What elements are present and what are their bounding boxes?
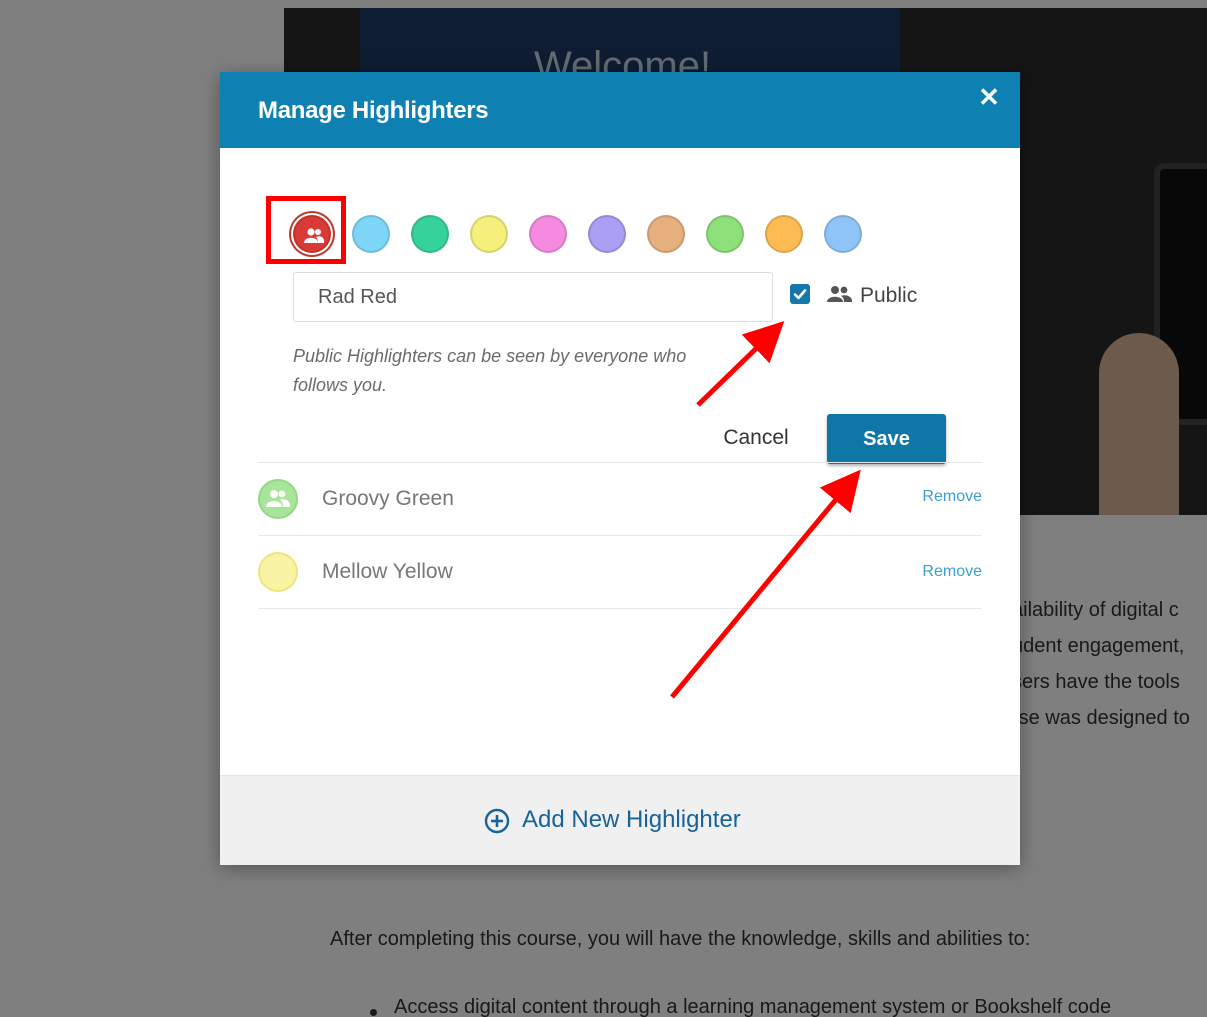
save-button[interactable]: Save [827, 414, 946, 464]
add-new-highlighter-label: Add New Highlighter [522, 806, 741, 833]
divider [258, 608, 982, 609]
group-icon [266, 490, 291, 507]
highlighter-row: Groovy Green Remove [258, 463, 982, 535]
remove-link[interactable]: Remove [922, 488, 982, 506]
public-help-text: Public Highlighters can be seen by every… [293, 346, 687, 395]
highlighter-name: Groovy Green [322, 487, 454, 510]
dialog-header: Manage Highlighters ✕ [220, 72, 1020, 148]
color-swatch[interactable] [824, 215, 862, 253]
plus-circle-icon [484, 808, 510, 834]
color-swatch[interactable] [529, 215, 567, 253]
close-button[interactable]: ✕ [976, 82, 1002, 112]
highlighter-color-dot [258, 479, 298, 519]
group-icon [827, 286, 853, 302]
highlighter-name: Mellow Yellow [322, 560, 453, 583]
public-label: Public [860, 284, 918, 307]
highlighter-row: Mellow Yellow Remove [258, 536, 982, 608]
highlighter-name-input[interactable] [293, 272, 773, 322]
public-checkbox[interactable] [790, 284, 810, 304]
color-swatch[interactable] [706, 215, 744, 253]
manage-highlighters-dialog: Manage Highlighters ✕ Public Public High… [220, 72, 1020, 865]
color-swatch[interactable] [352, 215, 390, 253]
color-swatch[interactable] [647, 215, 685, 253]
dialog-title: Manage Highlighters [258, 97, 489, 124]
close-icon: ✕ [978, 82, 1000, 112]
highlighter-color-dot [258, 552, 298, 592]
remove-link[interactable]: Remove [922, 563, 982, 581]
color-swatch[interactable] [411, 215, 449, 253]
color-swatch[interactable] [765, 215, 803, 253]
check-icon [793, 289, 807, 300]
annotation-highlight-box [266, 196, 346, 264]
cancel-button[interactable]: Cancel [706, 415, 806, 461]
dialog-footer: Add New Highlighter [220, 775, 1020, 865]
color-swatch[interactable] [470, 215, 508, 253]
color-swatch[interactable] [588, 215, 626, 253]
